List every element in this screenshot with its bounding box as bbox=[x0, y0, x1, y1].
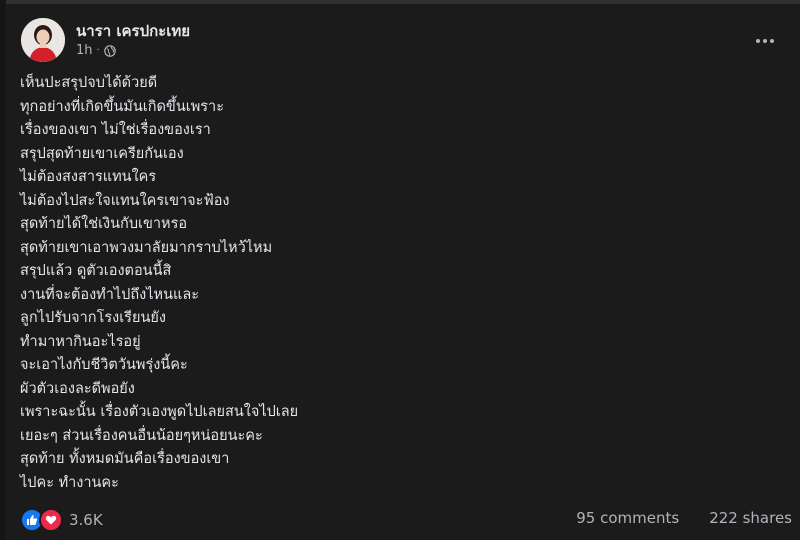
post-line: เพราะฉะนั้น เรื่องตัวเองพูดไปเลยสนใจไปเล… bbox=[20, 404, 299, 420]
reactions-summary[interactable]: 3.6K bbox=[20, 508, 103, 532]
left-frame-edge bbox=[0, 0, 6, 540]
post-line: งานที่จะต้องทำไปถึงไหนและ bbox=[20, 286, 200, 303]
post-footer: 3.6K 95 comments 222 shares bbox=[20, 508, 792, 532]
love-icon bbox=[39, 508, 63, 532]
author-name[interactable]: นารา เครปกะเทย bbox=[76, 19, 190, 43]
post-line: ผัวตัวเองละดีพอยัง bbox=[20, 380, 135, 397]
post-line: สรุปแล้ว ดูตัวเองตอนนี้สิ bbox=[20, 263, 172, 279]
post-line: ไม่ต้องไปสะใจแทนใครเขาจะฟ้อง bbox=[20, 192, 230, 209]
post-line: ไปคะ ทำงานคะ bbox=[20, 474, 119, 491]
comments-count[interactable]: 95 comments bbox=[576, 509, 679, 527]
post-text: เห็นปะสรุปจบได้ด้วยดี ทุกอย่างที่เกิดขึ้… bbox=[20, 72, 760, 495]
post-line: สรุปสุดท้ายเขาเครียกันเอง bbox=[20, 145, 184, 162]
globe-icon[interactable] bbox=[103, 44, 116, 57]
shares-count[interactable]: 222 shares bbox=[709, 509, 792, 527]
post-line: ไม่ต้องสงสารแทนใคร bbox=[20, 169, 157, 185]
post-line: สุดท้ายเขาเอาพวงมาลัยมากราบไหว้ไหม bbox=[20, 239, 273, 256]
top-frame-edge bbox=[0, 0, 800, 4]
post-line: สุดท้าย ทั้งหมดมันคือเรื่องของเขา bbox=[20, 451, 230, 467]
post-time[interactable]: 1h bbox=[76, 43, 93, 58]
more-dot bbox=[763, 39, 767, 43]
more-dot bbox=[756, 39, 760, 43]
post-line: เห็นปะสรุปจบได้ด้วยดี bbox=[20, 75, 158, 91]
post-line: ลูกไปรับจากโรงเรียนยัง bbox=[20, 310, 166, 326]
meta-separator: · bbox=[96, 45, 100, 56]
more-options-icon[interactable] bbox=[756, 28, 780, 43]
post-meta: 1h · bbox=[76, 43, 116, 58]
post-line: เยอะๆ ส่วนเรื่องคนอื่นน้อยๆหน่อยนะคะ bbox=[20, 427, 263, 444]
avatar-image bbox=[21, 18, 65, 62]
post-line: สุดท้ายได้ใช่เงินกับเขาหรอ bbox=[20, 216, 188, 232]
author-avatar[interactable] bbox=[21, 18, 65, 62]
more-dot bbox=[770, 39, 774, 43]
reaction-count[interactable]: 3.6K bbox=[69, 511, 103, 529]
post-line: ทำมาหากินอะไรอยู่ bbox=[20, 333, 141, 350]
post-line: เรื่องของเขา ไม่ใช่เรื่องของเรา bbox=[20, 122, 211, 138]
post-line: ทุกอย่างที่เกิดขึ้นมันเกิดขึ้นเพราะ bbox=[20, 98, 224, 115]
engagement-stats: 95 comments 222 shares bbox=[576, 509, 792, 527]
post-line: จะเอาไงกับชีวิตวันพรุ่งนี้คะ bbox=[20, 357, 188, 373]
